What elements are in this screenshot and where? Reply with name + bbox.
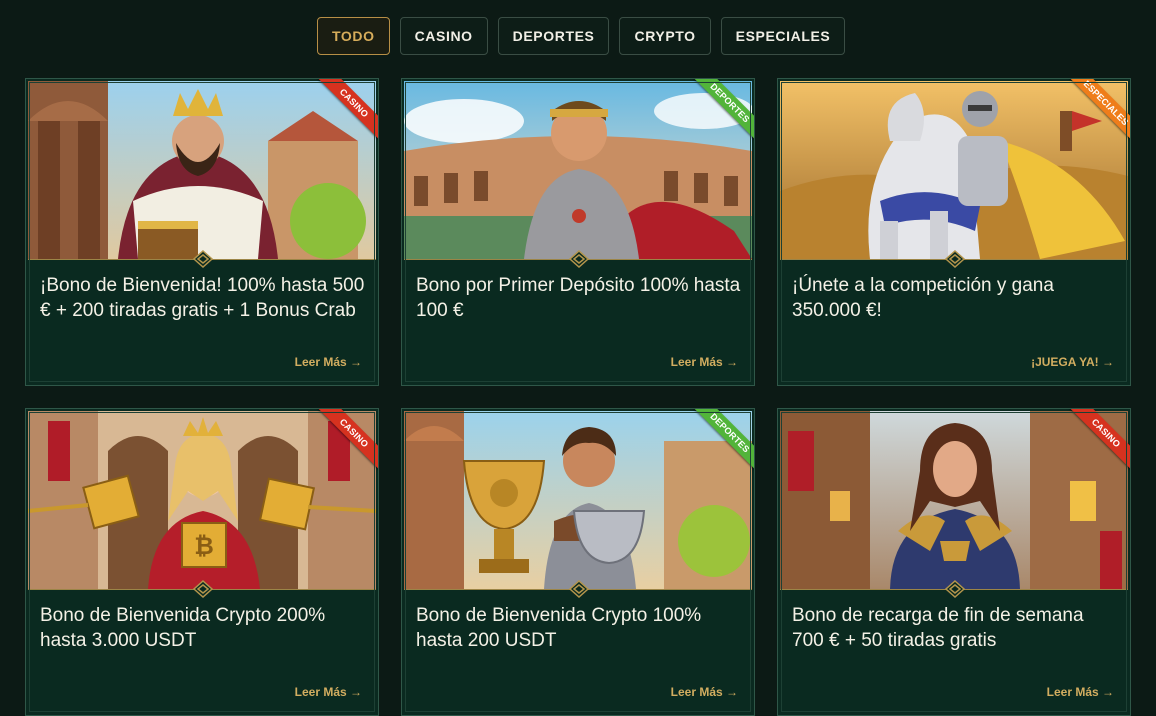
promo-card[interactable]: ₿ CASINO Bono de Bienvenida Crypto 200% …	[25, 408, 379, 716]
category-tabs: TODO CASINO DEPORTES CRYPTO ESPECIALES	[317, 17, 846, 55]
read-more-link[interactable]: Leer Más →	[295, 685, 362, 699]
category-ribbon: CASINO	[314, 79, 378, 143]
svg-text:₿: ₿	[194, 532, 214, 560]
knot-ornament-icon	[945, 250, 965, 268]
knot-ornament-icon	[945, 580, 965, 598]
promo-title: ¡Únete a la competición y gana 350.000 €…	[792, 275, 1054, 321]
category-ribbon: CASINO	[314, 409, 378, 473]
promo-card[interactable]: CASINO Bono de recarga de fin de semana …	[777, 408, 1131, 716]
category-ribbon: ESPECIALES	[1066, 79, 1130, 143]
read-more-link[interactable]: Leer Más →	[295, 355, 362, 369]
tab-todo[interactable]: TODO	[317, 17, 390, 55]
promo-title: Bono de recarga de fin de semana 700 € +…	[792, 605, 1084, 651]
knot-ornament-icon	[193, 250, 213, 268]
knot-ornament-icon	[193, 580, 213, 598]
tab-deportes[interactable]: DEPORTES	[497, 17, 610, 55]
knot-ornament-icon	[569, 580, 589, 598]
category-ribbon: DEPORTES	[690, 409, 754, 473]
tab-casino[interactable]: CASINO	[399, 17, 488, 55]
category-ribbon: DEPORTES	[690, 79, 754, 143]
promo-card[interactable]: DEPORTES Bono por Primer Depósito 100% h…	[401, 78, 755, 386]
promo-title: Bono de Bienvenida Crypto 200% hasta 3.0…	[40, 605, 326, 651]
promo-card[interactable]: DEPORTES Bono de Bienvenida Crypto 100% …	[401, 408, 755, 716]
promo-title: ¡Bono de Bienvenida! 100% hasta 500 € + …	[40, 275, 365, 321]
read-more-link[interactable]: Leer Más →	[1047, 685, 1114, 699]
promo-card[interactable]: CASINO ¡Bono de Bienvenida! 100% hasta 5…	[25, 78, 379, 386]
promo-title: Bono por Primer Depósito 100% hasta 100 …	[416, 275, 741, 321]
promo-card[interactable]: ESPECIALES ¡Únete a la competición y gan…	[777, 78, 1131, 386]
knot-ornament-icon	[569, 250, 589, 268]
category-ribbon: CASINO	[1066, 409, 1130, 473]
tab-especiales[interactable]: ESPECIALES	[720, 17, 846, 55]
read-more-link[interactable]: Leer Más →	[671, 685, 738, 699]
read-more-link[interactable]: Leer Más →	[671, 355, 738, 369]
tab-crypto[interactable]: CRYPTO	[619, 17, 711, 55]
promo-title: Bono de Bienvenida Crypto 100% hasta 200…	[416, 605, 702, 651]
play-now-link[interactable]: ¡JUEGA YA! →	[1031, 355, 1114, 369]
